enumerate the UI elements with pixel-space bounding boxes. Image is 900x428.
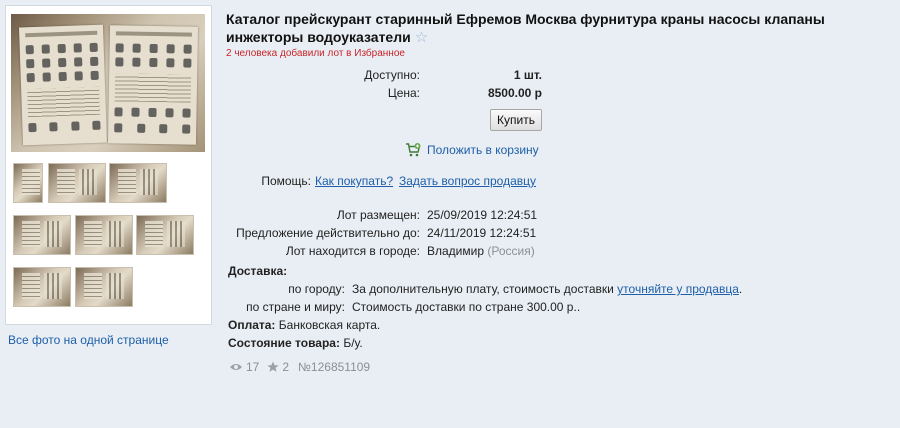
photo-thumbnail[interactable] [13,267,71,307]
country-name: (Россия) [487,244,535,258]
city-label: Лот находится в городе: [285,244,420,258]
delivery-country-label: по стране и миру: [246,300,345,314]
lot-title: Каталог прейскурант старинный Ефремов Мо… [226,10,886,47]
lot-title-text: Каталог прейскурант старинный Ефремов Мо… [226,11,825,45]
photo-thumbnail[interactable] [109,163,167,203]
cart-icon [406,143,421,157]
favorites-note: 2 человека добавили лот в Избранное [226,48,405,59]
payment-label: Оплата: [228,318,276,332]
available-label: Доступно: [364,68,420,82]
buy-button[interactable]: Купить [490,109,542,131]
available-value: 1 шт. [513,68,542,82]
ask-seller-link[interactable]: Задать вопрос продавцу [399,174,536,188]
city-name: Владимир [427,244,485,258]
add-to-cart-label: Положить в корзину [427,143,539,157]
condition-row: Состояние товара: Б/у. [228,336,363,350]
valid-until-value: 24/11/2019 12:24:51 [427,226,537,240]
placed-value: 25/09/2019 12:24:51 [427,208,538,222]
payment-row: Оплата: Банковская карта. [228,318,380,332]
photo-panel [5,5,212,325]
ask-seller-delivery-link[interactable]: уточняйте у продавца [617,282,739,296]
delivery-city-end: . [738,282,743,296]
main-photo[interactable] [11,14,205,152]
how-to-buy-link[interactable]: Как покупать? [315,174,393,188]
condition-label: Состояние товара: [228,336,340,350]
photo-thumbnail[interactable] [13,163,43,203]
placed-label: Лот размещен: [336,208,420,222]
photo-thumbnail[interactable] [48,163,106,203]
add-to-cart-link[interactable]: Положить в корзину [405,143,539,157]
price-value: 8500.00 р [487,86,542,100]
help-label: Помощь: [261,174,311,188]
delivery-country-value: Стоимость доставки по стране 300.00 р.. [352,300,581,314]
payment-value: Банковская карта. [278,318,381,332]
star-icon [267,361,279,372]
condition-value: Б/у. [343,336,363,350]
photo-thumbnail[interactable] [13,215,71,255]
lot-stats: 17 2 №126851109 [229,360,375,374]
catalog-page-left [18,24,108,146]
price-label: Цена: [387,86,420,100]
stars-count: 2 [282,360,290,374]
delivery-city-text: За дополнительную плату, стоимость доста… [352,282,614,296]
catalog-page-right [107,25,199,145]
favorite-star-icon[interactable]: ☆ [415,29,428,46]
photo-thumbnail[interactable] [75,215,133,255]
city-value: Владимир (Россия) [427,244,535,258]
delivery-heading: Доставка: [228,264,288,278]
delivery-city-label: по городу: [288,282,345,296]
views-count: 17 [246,360,260,374]
lot-number: №126851109 [298,360,371,374]
all-photos-link[interactable]: Все фото на одной странице [8,333,169,347]
valid-until-label: Предложение действительно до: [236,226,420,240]
photo-thumbnail[interactable] [136,215,194,255]
eye-icon [230,364,242,370]
photo-thumbnail[interactable] [75,267,133,307]
delivery-city-value: За дополнительную плату, стоимость доста… [352,282,742,296]
